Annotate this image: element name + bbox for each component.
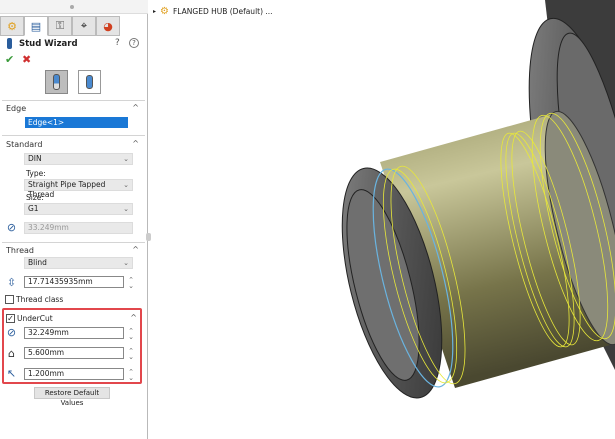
edge-section-label: Edge: [6, 104, 27, 113]
cancel-x-icon[interactable]: ✖: [22, 53, 31, 66]
property-manager-panel: ⚙ ▤ ⚿ ⌖ ◕ Stud Wizard ? ? ✔ ✖ Edge ^ Edg…: [0, 0, 148, 439]
type-label: Type:: [26, 169, 46, 178]
restore-default-values-button[interactable]: Restore Default Values: [34, 387, 110, 407]
thread-depth-input[interactable]: 17.71435935mm: [24, 276, 124, 288]
divider: [2, 135, 145, 136]
page-title: Stud Wizard: [19, 39, 78, 49]
undercut-diameter-spinner[interactable]: ⌃ ⌄: [127, 328, 135, 341]
stud-edge-icon: [53, 74, 60, 90]
property-manager-icon: ▤: [30, 19, 42, 33]
standard-value: DIN: [28, 154, 42, 163]
dimxpert-icon: ⌖: [80, 19, 88, 32]
chevron-down-icon: ⌄: [123, 205, 129, 213]
grip-dot[interactable]: [70, 5, 74, 9]
collapse-edge-icon[interactable]: ^: [132, 103, 139, 112]
tab-feature-manager[interactable]: ⚙: [0, 16, 24, 36]
size-select[interactable]: G1 ⌄: [24, 203, 133, 215]
graphics-viewport[interactable]: ▸ ⚙ FLANGED HUB (Default) ...: [149, 0, 615, 439]
collapse-thread-icon[interactable]: ^: [132, 245, 139, 254]
chevron-down-icon: ⌄: [123, 155, 129, 163]
end-condition-select[interactable]: Blind ⌄: [24, 257, 133, 269]
collapse-undercut-icon[interactable]: ^: [130, 313, 137, 322]
undercut-depth-icon: ⌂: [8, 347, 15, 360]
thread-class-checkbox[interactable]: [5, 295, 14, 304]
undercut-depth-spinner[interactable]: ⌃ ⌄: [127, 348, 135, 361]
tab-property-manager[interactable]: ▤: [24, 16, 48, 36]
collapse-standard-icon[interactable]: ^: [132, 139, 139, 148]
panel-top-strip: [0, 0, 148, 14]
thread-class-label: Thread class: [16, 295, 64, 304]
tab-display-manager[interactable]: ◕: [96, 16, 120, 36]
size-value: G1: [28, 204, 39, 213]
size-label: Size:: [26, 193, 44, 202]
diameter-icon: ⊘: [6, 221, 17, 234]
major-diameter-field: 33.249mm: [24, 222, 133, 234]
thread-section-label: Thread: [6, 246, 34, 255]
stud-on-surface-button[interactable]: [78, 70, 101, 94]
chevron-down-icon: ⌄: [123, 181, 129, 189]
stud-surface-icon: [86, 75, 93, 89]
manager-tabs: ⚙ ▤ ⚿ ⌖ ◕: [0, 16, 120, 36]
standard-select[interactable]: DIN ⌄: [24, 153, 133, 165]
undercut-diameter-icon: ⊘: [6, 326, 17, 339]
thread-depth-icon: ⇳: [6, 276, 17, 289]
whats-wrong-help-icon[interactable]: ?: [115, 38, 120, 48]
ok-check-icon[interactable]: ✔: [5, 53, 14, 66]
divider: [2, 242, 145, 243]
undercut-section-label: UnderCut: [17, 314, 53, 323]
tab-configuration-manager[interactable]: ⚿: [48, 16, 72, 36]
end-condition-value: Blind: [28, 258, 47, 267]
undercut-radius-input[interactable]: 1.200mm: [24, 368, 124, 380]
feature-manager-icon: ⚙: [7, 19, 17, 33]
help-icon[interactable]: ?: [129, 38, 139, 48]
display-manager-icon: ◕: [103, 19, 113, 33]
tab-dimxpert[interactable]: ⌖: [72, 16, 96, 36]
stud-wizard-icon: [7, 38, 12, 49]
undercut-diameter-input[interactable]: 32.249mm: [24, 327, 124, 339]
thread-depth-spinner[interactable]: ⌃ ⌄: [127, 277, 135, 290]
undercut-radius-icon: ↖: [6, 367, 17, 380]
chevron-down-icon: ⌄: [123, 259, 129, 267]
undercut-radius-spinner[interactable]: ⌃ ⌄: [127, 369, 135, 382]
divider: [2, 100, 145, 101]
model-view: [341, 0, 615, 399]
major-diameter-value: 33.249mm: [28, 223, 69, 232]
stud-on-edge-button[interactable]: [45, 70, 68, 94]
configuration-manager-icon: ⚿: [55, 19, 65, 32]
standard-section-label: Standard: [6, 140, 43, 149]
undercut-depth-input[interactable]: 5.600mm: [24, 347, 124, 359]
type-select[interactable]: Straight Pipe Tapped Thread ⌄: [24, 179, 133, 199]
edge-selection-box[interactable]: Edge<1>: [25, 117, 128, 128]
undercut-checkbox[interactable]: ✓: [6, 314, 15, 323]
